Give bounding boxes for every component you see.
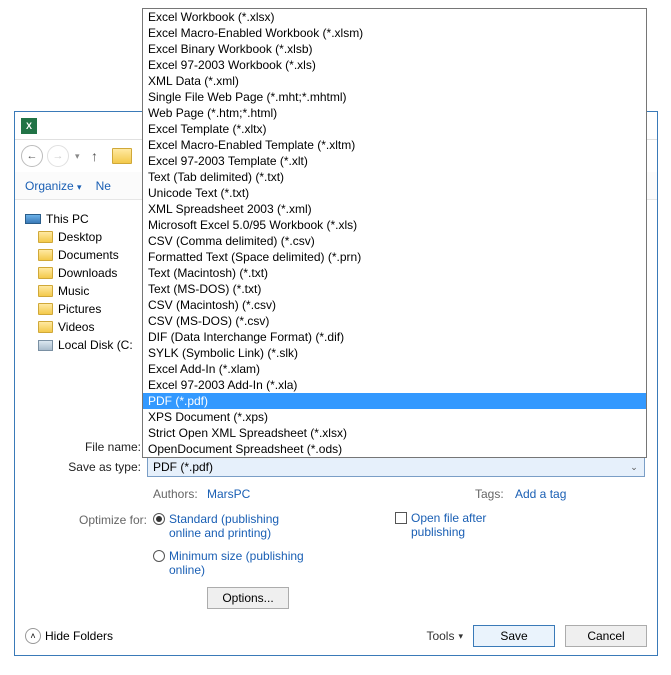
- combo-value: PDF (*.pdf): [153, 460, 213, 474]
- tree-label: Documents: [58, 248, 119, 262]
- tags-value[interactable]: Add a tag: [515, 487, 645, 501]
- pc-icon: [25, 214, 41, 224]
- tree-item-local-disk[interactable]: Local Disk (C:: [23, 336, 140, 354]
- chevron-up-icon: ˄: [25, 628, 41, 644]
- tree-label: This PC: [46, 212, 89, 226]
- file-type-option[interactable]: Excel 97-2003 Template (*.xlt): [143, 153, 646, 169]
- file-type-option[interactable]: XML Spreadsheet 2003 (*.xml): [143, 201, 646, 217]
- file-type-option[interactable]: Excel Binary Workbook (*.xlsb): [143, 41, 646, 57]
- tree-label: Music: [58, 284, 89, 298]
- chevron-down-icon: ▾: [458, 631, 463, 642]
- optimize-minimum-radio[interactable]: Minimum size (publishing online): [153, 548, 309, 579]
- tree-label: Local Disk (C:: [58, 338, 133, 352]
- file-type-option[interactable]: Excel Macro-Enabled Workbook (*.xlsm): [143, 25, 646, 41]
- nav-forward-button[interactable]: →: [47, 145, 69, 167]
- file-type-option[interactable]: OpenDocument Spreadsheet (*.ods): [143, 441, 646, 457]
- file-type-option[interactable]: CSV (MS-DOS) (*.csv): [143, 313, 646, 329]
- file-type-option[interactable]: Text (Tab delimited) (*.txt): [143, 169, 646, 185]
- optimize-standard-radio[interactable]: Standard (publishing online and printing…: [153, 511, 309, 542]
- folder-icon: [112, 148, 132, 164]
- file-type-option[interactable]: Microsoft Excel 5.0/95 Workbook (*.xls): [143, 217, 646, 233]
- file-type-option[interactable]: Web Page (*.htm;*.html): [143, 105, 646, 121]
- dialog-footer: ˄ Hide Folders Tools ▾ Save Cancel: [25, 625, 647, 647]
- nav-up-button[interactable]: ↑: [86, 147, 104, 165]
- file-type-option[interactable]: Excel Macro-Enabled Template (*.xltm): [143, 137, 646, 153]
- file-type-option[interactable]: Excel Add-In (*.xlam): [143, 361, 646, 377]
- file-type-option[interactable]: XPS Document (*.xps): [143, 409, 646, 425]
- organize-menu[interactable]: Organize ▾: [25, 179, 82, 193]
- tools-menu[interactable]: Tools ▾: [426, 629, 463, 643]
- file-type-option[interactable]: Strict Open XML Spreadsheet (*.xlsx): [143, 425, 646, 441]
- tree-item-documents[interactable]: Documents: [23, 246, 140, 264]
- hide-folders-button[interactable]: ˄ Hide Folders: [25, 628, 113, 644]
- tree-item-downloads[interactable]: Downloads: [23, 264, 140, 282]
- optimize-for-label: Optimize for:: [79, 511, 153, 579]
- file-type-option[interactable]: Formatted Text (Space delimited) (*.prn): [143, 249, 646, 265]
- tree-item-this-pc[interactable]: This PC: [23, 210, 140, 228]
- file-type-option[interactable]: Excel 97-2003 Add-In (*.xla): [143, 377, 646, 393]
- file-type-option[interactable]: Single File Web Page (*.mht;*.mhtml): [143, 89, 646, 105]
- file-type-option[interactable]: DIF (Data Interchange Format) (*.dif): [143, 329, 646, 345]
- save-as-type-label: Save as type:: [27, 460, 147, 474]
- nav-back-button[interactable]: ←: [21, 145, 43, 167]
- tree-item-desktop[interactable]: Desktop: [23, 228, 140, 246]
- file-type-option[interactable]: Excel Template (*.xltx): [143, 121, 646, 137]
- checkbox-icon: [395, 512, 407, 524]
- tree-label: Downloads: [58, 266, 117, 280]
- excel-icon: X: [21, 118, 37, 134]
- tree-item-pictures[interactable]: Pictures: [23, 300, 140, 318]
- file-type-option[interactable]: Text (MS-DOS) (*.txt): [143, 281, 646, 297]
- tree-item-videos[interactable]: Videos: [23, 318, 140, 336]
- save-button[interactable]: Save: [473, 625, 555, 647]
- file-name-label: File name:: [27, 440, 147, 454]
- folder-icon: [38, 249, 53, 261]
- folder-icon: [38, 321, 53, 333]
- folder-icon: [38, 303, 53, 315]
- save-as-type-dropdown-list[interactable]: Excel Workbook (*.xlsx)Excel Macro-Enabl…: [142, 8, 647, 458]
- new-menu[interactable]: Ne: [96, 179, 111, 193]
- file-type-option[interactable]: PDF (*.pdf): [143, 393, 646, 409]
- file-type-option[interactable]: CSV (Macintosh) (*.csv): [143, 297, 646, 313]
- file-type-option[interactable]: Excel 97-2003 Workbook (*.xls): [143, 57, 646, 73]
- disk-icon: [38, 340, 53, 351]
- chevron-down-icon: ⌄: [627, 460, 641, 474]
- nav-history-dropdown[interactable]: ▾: [73, 151, 82, 162]
- file-type-option[interactable]: Excel Workbook (*.xlsx): [143, 9, 646, 25]
- tags-label: Tags:: [475, 487, 515, 501]
- file-type-option[interactable]: CSV (Comma delimited) (*.csv): [143, 233, 646, 249]
- options-button[interactable]: Options...: [207, 587, 289, 609]
- tree-label: Pictures: [58, 302, 101, 316]
- radio-icon: [153, 513, 165, 525]
- file-type-option[interactable]: XML Data (*.xml): [143, 73, 646, 89]
- file-type-option[interactable]: Unicode Text (*.txt): [143, 185, 646, 201]
- navigation-pane: This PC Desktop Documents Downloads Musi…: [15, 200, 145, 432]
- authors-value[interactable]: MarsPC: [207, 487, 250, 501]
- open-after-publishing-checkbox[interactable]: Open file after publishing: [395, 511, 511, 540]
- cancel-button[interactable]: Cancel: [565, 625, 647, 647]
- folder-icon: [38, 231, 53, 243]
- file-type-option[interactable]: SYLK (Symbolic Link) (*.slk): [143, 345, 646, 361]
- authors-label: Authors:: [153, 487, 207, 501]
- folder-icon: [38, 285, 53, 297]
- file-type-option[interactable]: Text (Macintosh) (*.txt): [143, 265, 646, 281]
- save-as-type-combo[interactable]: PDF (*.pdf) ⌄: [147, 456, 645, 477]
- tree-label: Videos: [58, 320, 94, 334]
- form-area: File name: Save as type: PDF (*.pdf) ⌄ A…: [15, 432, 657, 609]
- tree-label: Desktop: [58, 230, 102, 244]
- radio-icon: [153, 550, 165, 562]
- tree-item-music[interactable]: Music: [23, 282, 140, 300]
- folder-icon: [38, 267, 53, 279]
